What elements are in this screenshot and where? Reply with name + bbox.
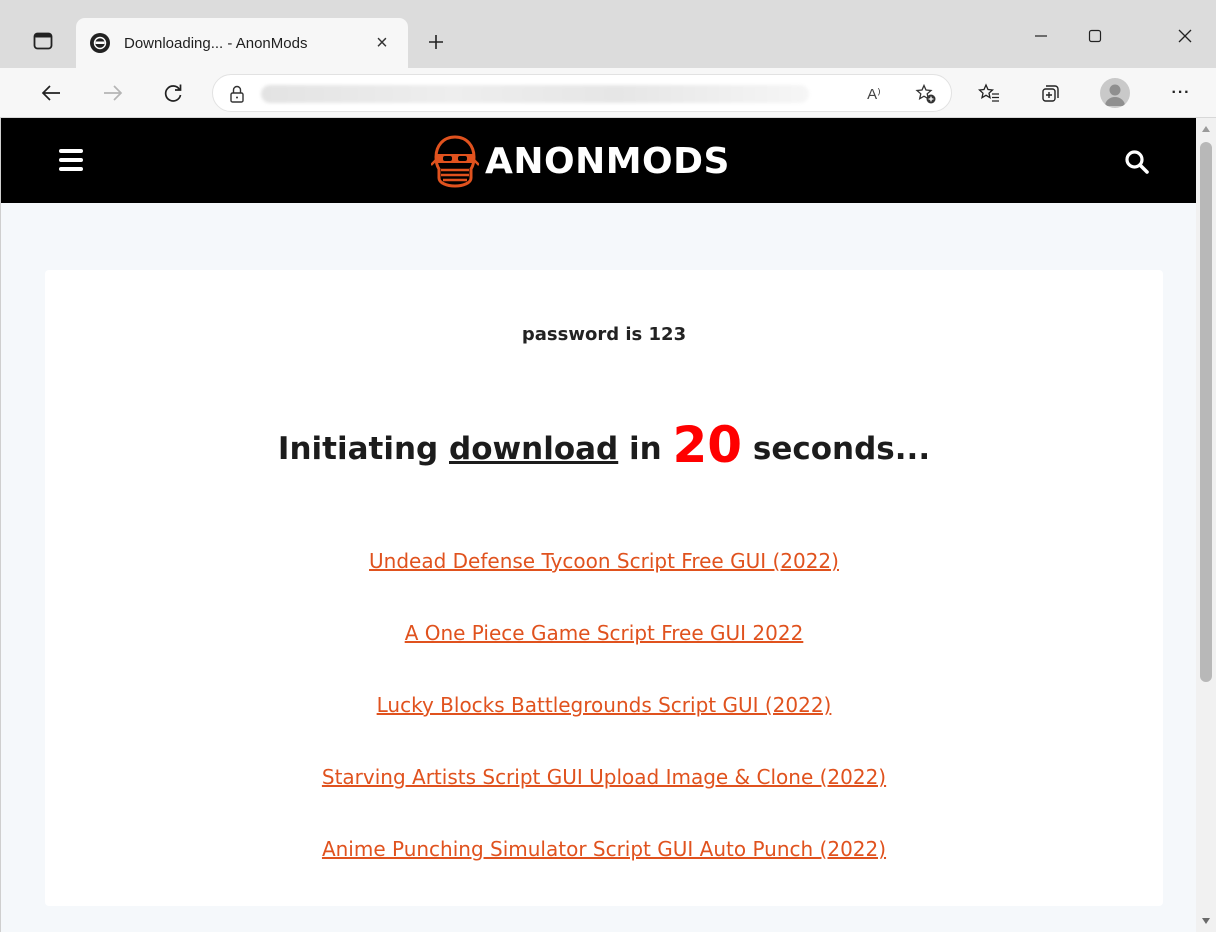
related-links-list: Undead Defense Tycoon Script Free GUI (2… [45,546,1163,906]
site-logo[interactable]: ANONMODS [431,134,730,188]
maximize-icon[interactable] [1072,18,1118,54]
browser-toolbar: A⁾ ··· [0,68,1216,118]
add-favorite-icon[interactable] [913,81,939,107]
forward-arrow-icon[interactable] [96,76,130,110]
minimize-icon[interactable] [1018,18,1064,54]
download-card: password is 123 Initiating download in 2… [45,270,1163,906]
collections-icon[interactable] [1034,76,1068,110]
address-bar[interactable]: A⁾ [212,74,952,112]
password-notice: password is 123 [521,324,687,345]
lock-icon[interactable] [227,84,247,104]
tab-close-icon[interactable]: × [370,31,394,55]
read-aloud-icon[interactable]: A⁾ [861,81,887,107]
refresh-icon[interactable] [156,76,190,110]
profile-avatar[interactable] [1100,78,1130,108]
related-link-anime-punching-simulator[interactable]: Anime Punching Simulator Script GUI Auto… [45,834,1163,906]
vertical-scrollbar[interactable] [1196,118,1216,932]
countdown-number: 20 [672,416,743,474]
browser-tab[interactable]: Downloading... - AnonMods × [76,18,408,68]
page-viewport: ANONMODS password is 123 Initiating down… [0,118,1196,932]
scroll-up-arrow-icon[interactable] [1196,122,1216,136]
headline-prefix: Initiating [277,431,449,467]
related-link-one-piece-game[interactable]: A One Piece Game Script Free GUI 2022 [45,618,1163,690]
site-favicon-icon [90,33,110,53]
download-headline: Initiating download in 20 seconds... [45,416,1163,474]
scrollbar-thumb[interactable] [1200,142,1212,682]
headline-suffix: seconds... [742,431,931,467]
favorites-icon[interactable] [972,76,1006,110]
related-link-starving-artists[interactable]: Starving Artists Script GUI Upload Image… [45,762,1163,834]
scroll-down-arrow-icon[interactable] [1196,914,1216,928]
download-link[interactable]: download [449,431,618,467]
address-url-blurred[interactable] [261,85,809,103]
site-header: ANONMODS [1,118,1196,203]
related-link-undead-defense-tycoon[interactable]: Undead Defense Tycoon Script Free GUI (2… [45,546,1163,618]
tab-bar: Downloading... - AnonMods × [0,0,1216,68]
back-arrow-icon[interactable] [34,76,68,110]
related-link-lucky-blocks-battlegrounds[interactable]: Lucky Blocks Battlegrounds Script GUI (2… [45,690,1163,762]
close-icon[interactable] [1162,18,1208,54]
more-icon[interactable]: ··· [1164,76,1198,110]
ninja-logo-icon [431,135,479,188]
plus-icon[interactable] [420,26,452,58]
logo-text: ANONMODS [485,140,730,182]
hamburger-menu-icon[interactable] [59,149,83,171]
tab-actions-icon[interactable] [30,28,56,54]
search-icon[interactable] [1123,148,1151,176]
tab-title: Downloading... - AnonMods [124,34,308,52]
headline-mid: in [618,431,673,467]
